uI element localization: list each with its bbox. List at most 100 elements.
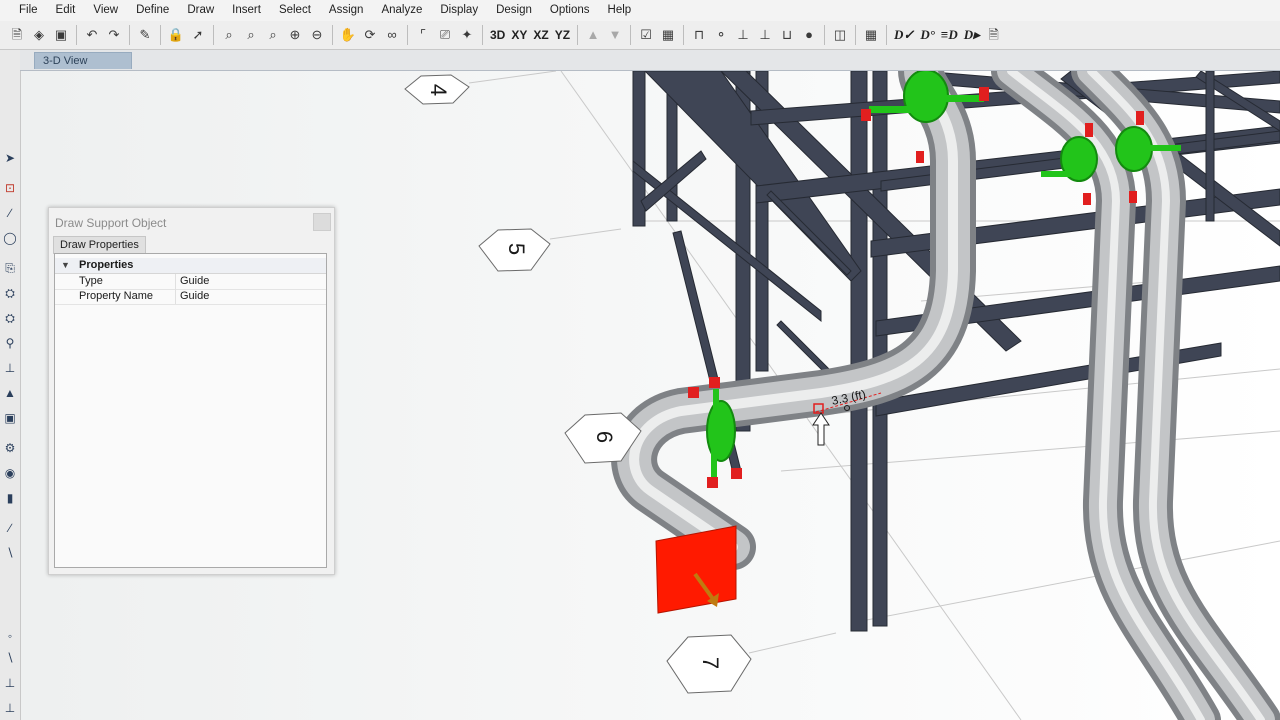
draw-node-icon[interactable]: ◉ — [2, 465, 18, 481]
draw-flange-icon[interactable]: ▮ — [2, 490, 18, 506]
hanger-icon[interactable]: ⊥ — [732, 24, 754, 46]
toolbar-separator — [683, 25, 685, 45]
snap-intersect-icon[interactable]: ⊥ — [2, 675, 18, 691]
property-key: Property Name — [79, 290, 153, 302]
redo-icon[interactable]: ↷ — [103, 24, 125, 46]
svg-text:7: 7 — [698, 657, 723, 669]
snap-perpendicular-icon[interactable]: ⊥ — [2, 700, 18, 716]
design-list-button[interactable]: ≡D — [938, 24, 961, 46]
support-icon[interactable]: ⚬ — [710, 24, 732, 46]
tab-3d-view[interactable]: 3-D View — [34, 52, 132, 69]
lock-icon[interactable]: 🔒 — [165, 24, 187, 46]
draw-support-icon[interactable]: ⛭ — [2, 285, 18, 301]
pan-icon[interactable]: ✋ — [337, 24, 359, 46]
undo-icon[interactable]: ↶ — [81, 24, 103, 46]
zoom-window-icon[interactable]: ⌕ — [218, 24, 240, 46]
menu-analyze[interactable]: Analyze — [372, 0, 431, 21]
draw-line-icon[interactable]: ∕ — [2, 205, 18, 221]
draw-hanger-icon[interactable]: ⚲ — [2, 335, 18, 351]
property-value[interactable]: Guide — [180, 289, 209, 304]
draw-pipe-icon[interactable]: ⌜ — [412, 24, 434, 46]
spring-icon[interactable]: ⊥ — [754, 24, 776, 46]
frame-icon[interactable]: ⊓ — [688, 24, 710, 46]
zoom-previous-icon[interactable]: ⌕ — [262, 24, 284, 46]
svg-text:4: 4 — [426, 84, 451, 96]
draw-snubber-icon[interactable]: ▣ — [2, 410, 18, 426]
main-toolbar: 🗎 ◈ ▣ ↶ ↷ ✎ 🔒 ➚ ⌕ ⌕ ⌕ ⊕ ⊖ ✋ ⟳ ∞ ⌜ ⎚ ✦ 3D… — [0, 21, 1280, 50]
restraint-icon[interactable]: ⊔ — [776, 24, 798, 46]
chevron-down-icon[interactable]: ▼ — [61, 258, 70, 273]
menu-options[interactable]: Options — [541, 0, 599, 21]
orbit-icon[interactable]: ∞ — [381, 24, 403, 46]
tab-draw-properties[interactable]: Draw Properties — [53, 236, 146, 254]
menu-help[interactable]: Help — [599, 0, 641, 21]
draw-brace-icon[interactable]: ∕ — [2, 520, 18, 536]
analysis-icon[interactable]: ◫ — [829, 24, 851, 46]
draw-node-icon[interactable]: ✦ — [456, 24, 478, 46]
design-check-button[interactable]: D✓ — [891, 24, 917, 46]
draw-anchor-icon[interactable]: ⊥ — [2, 360, 18, 376]
sphere-icon[interactable]: ● — [798, 24, 820, 46]
menu-assign[interactable]: Assign — [320, 0, 373, 21]
draw-point-icon[interactable]: ⊡ — [2, 180, 18, 196]
view-xz-button[interactable]: XZ — [530, 24, 551, 46]
menu-display[interactable]: Display — [431, 0, 487, 21]
left-toolbar: ➤ ⊡ ∕ ◯ ⎘ ⛭ ⛭ ⚲ ⊥ ▲ ▣ ⚙ ◉ ▮ ∕ ∖ ◦ ∖ ⊥ ⊥ — [0, 50, 21, 720]
close-icon[interactable] — [313, 213, 331, 231]
property-grid: ▼ Properties Type Guide Property Name Gu… — [54, 253, 327, 568]
toolbar-separator — [129, 25, 130, 45]
view-xy-button[interactable]: XY — [508, 24, 530, 46]
menu-select[interactable]: Select — [270, 0, 320, 21]
draw-pipe-icon[interactable]: ⎘ — [2, 260, 18, 276]
section-label: Properties — [79, 259, 134, 271]
pencil-icon[interactable]: ✎ — [134, 24, 156, 46]
report-icon[interactable]: 🗎 — [983, 24, 1005, 46]
draw-link-icon[interactable]: ∖ — [2, 545, 18, 561]
check-icon[interactable]: ☑ — [635, 24, 657, 46]
snap-mid-icon[interactable]: ∖ — [2, 650, 18, 666]
draw-area-icon[interactable]: ◯ — [2, 230, 18, 246]
view-3d-button[interactable]: 3D — [487, 24, 508, 46]
toolbar-separator — [76, 25, 77, 45]
menu-define[interactable]: Define — [127, 0, 178, 21]
draw-elbow-icon[interactable]: ⎚ — [434, 24, 456, 46]
property-row-type[interactable]: Type Guide — [55, 274, 326, 290]
set-display-icon[interactable]: ▦ — [657, 24, 679, 46]
menu-draw[interactable]: Draw — [178, 0, 223, 21]
view-yz-button[interactable]: YZ — [552, 24, 573, 46]
new-file-icon[interactable]: 🗎 — [6, 24, 28, 46]
select-pointer-icon[interactable]: ➤ — [2, 150, 18, 166]
draw-guide-icon[interactable]: ⛭ — [2, 310, 18, 326]
menu-insert[interactable]: Insert — [223, 0, 270, 21]
column-divider — [175, 274, 176, 289]
property-row-property-name[interactable]: Property Name Guide — [55, 289, 326, 305]
pointer-icon[interactable]: ➚ — [187, 24, 209, 46]
property-value[interactable]: Guide — [180, 274, 209, 289]
menu-view[interactable]: View — [84, 0, 127, 21]
zoom-extents-icon[interactable]: ⌕ — [240, 24, 262, 46]
property-key: Type — [79, 275, 103, 287]
design-details-button[interactable]: D° — [917, 24, 938, 46]
zoom-in-icon[interactable]: ⊕ — [284, 24, 306, 46]
move-down-icon[interactable]: ▼ — [604, 24, 626, 46]
menu-file[interactable]: File — [0, 0, 47, 21]
menu-design[interactable]: Design — [487, 0, 541, 21]
draw-stop-icon[interactable]: ▲ — [2, 385, 18, 401]
rotate-icon[interactable]: ⟳ — [359, 24, 381, 46]
zoom-out-icon[interactable]: ⊖ — [306, 24, 328, 46]
snap-end-icon[interactable]: ◦ — [2, 628, 18, 644]
properties-section-header[interactable]: ▼ Properties — [55, 258, 326, 274]
move-up-icon[interactable]: ▲ — [582, 24, 604, 46]
toolbar-separator — [160, 25, 161, 45]
menu-edit[interactable]: Edit — [47, 0, 85, 21]
toolbar-separator — [855, 25, 857, 45]
table-icon[interactable]: ▦ — [860, 24, 882, 46]
save-icon[interactable]: ▣ — [50, 24, 72, 46]
open-icon[interactable]: ◈ — [28, 24, 50, 46]
anchor-block — [655, 525, 737, 614]
draw-spring-icon[interactable]: ⚙ — [2, 440, 18, 456]
view-tab-strip: 3-D View — [20, 50, 1280, 71]
design-run-button[interactable]: D▸ — [961, 24, 983, 46]
svg-text:5: 5 — [504, 243, 529, 255]
dialog-title: Draw Support Object — [55, 216, 167, 230]
